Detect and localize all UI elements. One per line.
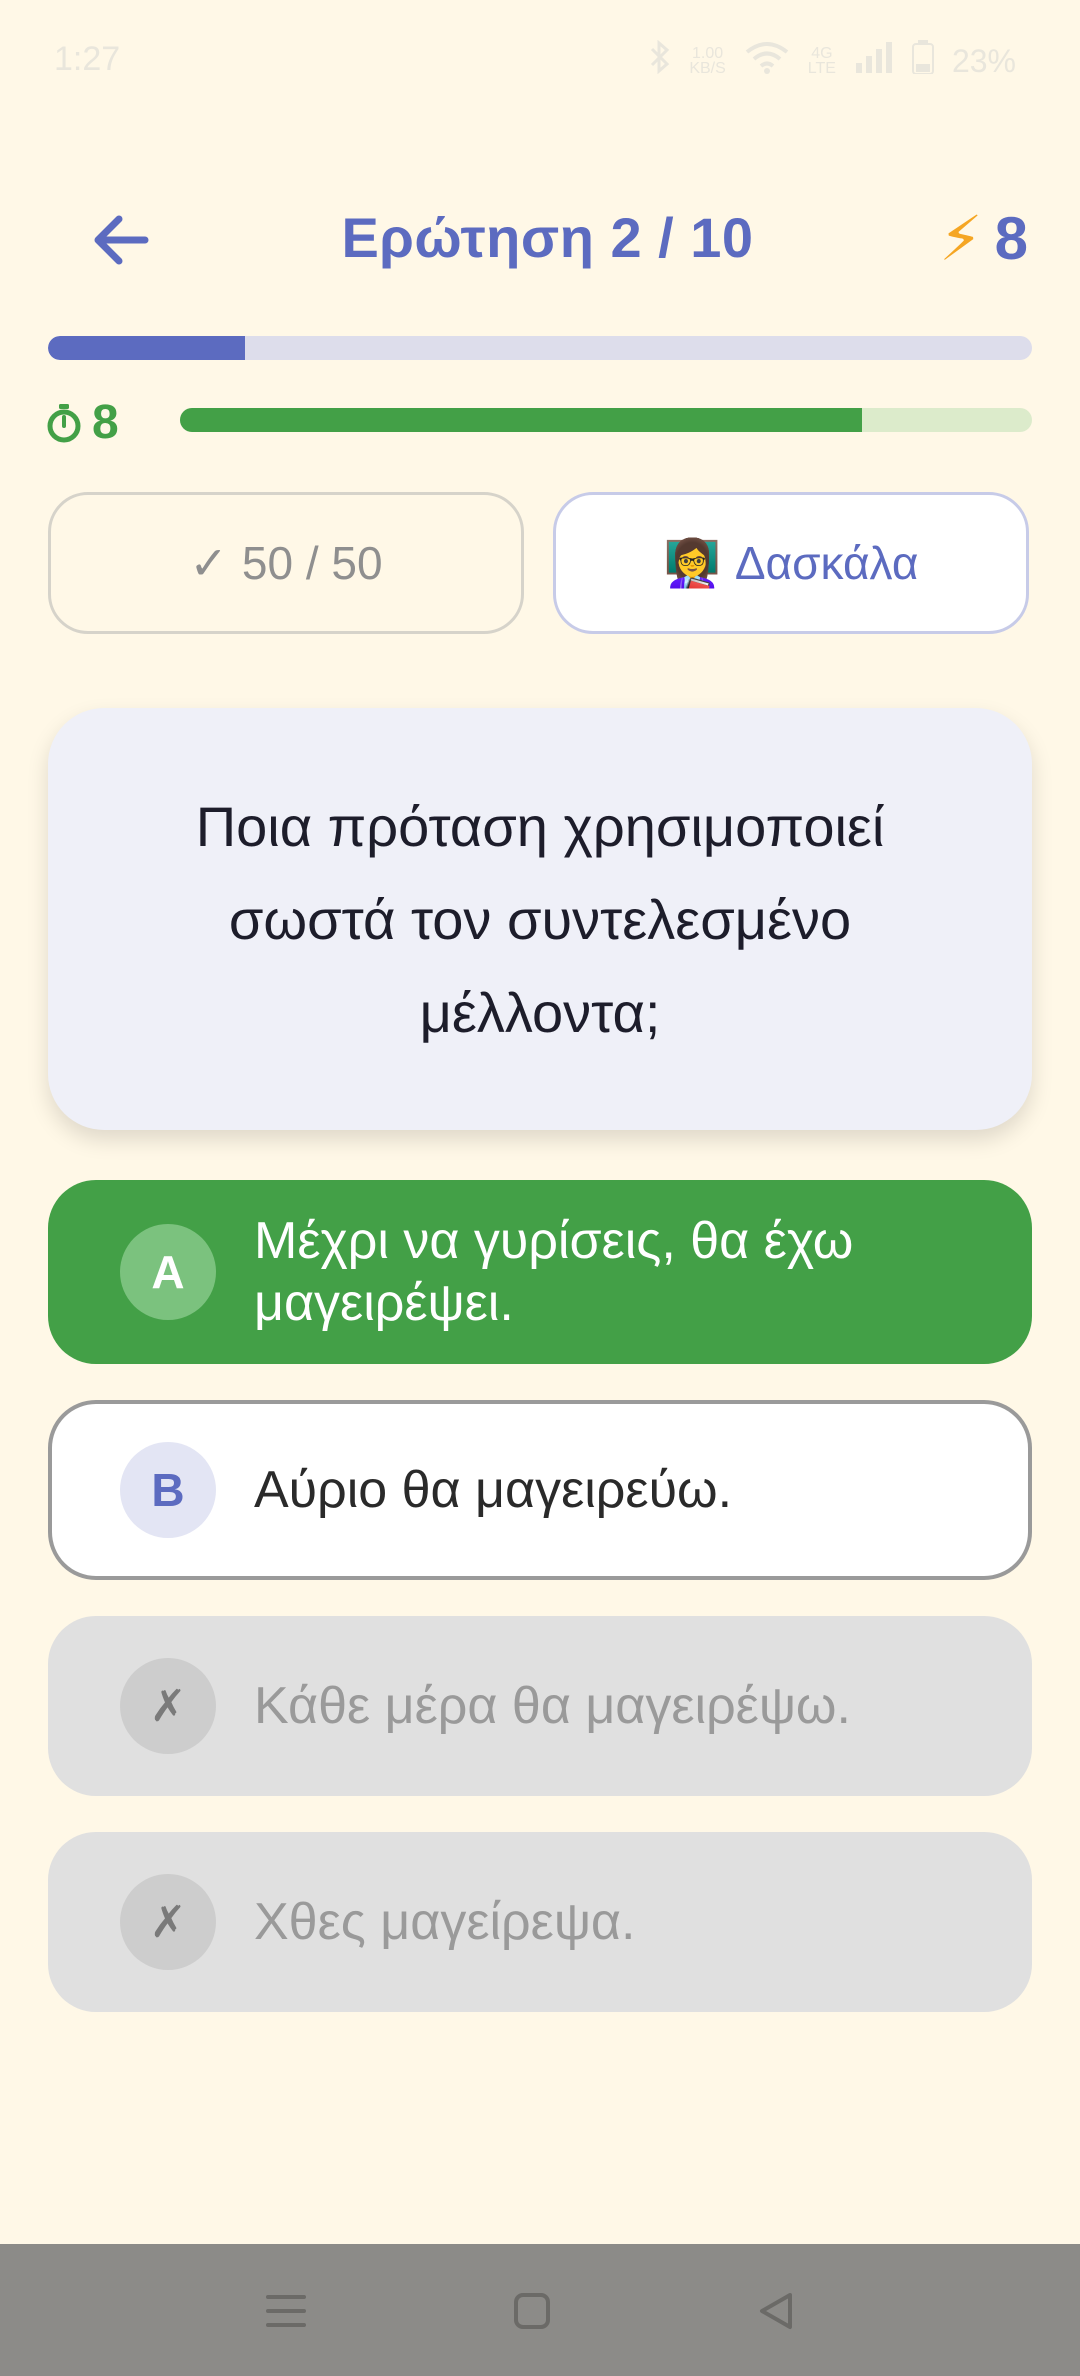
cross-icon: ✗ [120,1874,216,1970]
question-card: Ποια πρόταση χρησιμοποιεί σωστά τον συντ… [48,708,1032,1130]
timer: 8 [46,395,119,450]
answer-text: Κάθε μέρα θα μαγειρέψω. [254,1677,851,1735]
question-progress-bar [48,336,1032,360]
bluetooth-icon [649,39,671,82]
answer-text: Χθες μαγείρεψα. [254,1893,636,1951]
status-icons: 1.00 KB/S 4G LTE 23% [649,39,1016,82]
stopwatch-icon [47,403,81,442]
answer-letter-badge: B [120,1442,216,1538]
home-button[interactable] [502,2286,562,2336]
timer-bar-fill [180,408,862,432]
answer-text: Μέχρι να γυρίσεις, θα έχω μαγειρέψει. [254,1212,854,1332]
answer-option-a[interactable]: A Μέχρι να γυρίσεις, θα έχω μαγειρέψει. [48,1180,1032,1364]
fifty-fifty-button[interactable]: ✓ 50 / 50 [48,492,524,634]
check-icon: ✓ [189,537,228,589]
battery-icon [911,40,934,82]
answer-option-c-eliminated: ✗ Κάθε μέρα θα μαγειρέψω. [48,1616,1032,1796]
timer-bar [180,408,1032,432]
cross-icon: ✗ [120,1658,216,1754]
answer-option-b[interactable]: B Αύριο θα μαγειρεύω. [48,1400,1032,1580]
ask-teacher-label: Δασκάλα [734,537,919,589]
answer-option-d-eliminated: ✗ Χθες μαγείρεψα. [48,1832,1032,2012]
net-speed: 1.00 KB/S [689,46,726,77]
streak-value: 8 [994,205,1028,272]
question-progress-fill [48,336,245,360]
triangle-back-icon [760,2293,792,2329]
question-text: Ποια πρόταση χρησιμοποιεί σωστά τον συντ… [195,794,885,1044]
menu-icon [266,2295,306,2327]
battery-percent: 23% [951,42,1016,79]
timer-value: 8 [92,396,119,449]
arrow-left-icon [94,215,149,265]
answer-text: Αύριο θα μαγειρεύω. [254,1461,733,1519]
question-counter-title: Ερώτηση 2 / 10 [341,206,754,269]
lightning-icon: ⚡ [939,205,983,274]
network-type-sub: LTE [807,60,836,77]
back-nav-button[interactable] [746,2286,806,2336]
recent-apps-button[interactable] [256,2286,316,2336]
signal-icon [854,41,894,81]
back-button[interactable] [86,200,156,280]
fifty-fifty-label: 50 / 50 [241,537,383,589]
wifi-icon [744,40,790,82]
streak-counter: ⚡ 8 [939,202,1028,275]
net-speed-unit: KB/S [689,60,726,77]
status-time: 1:27 [54,40,121,78]
answer-letter-badge: A [120,1224,216,1320]
network-type: 4G LTE [807,46,836,77]
square-icon [514,2293,550,2329]
ask-teacher-button[interactable]: 👩‍🏫 Δασκάλα [553,492,1029,634]
teacher-icon: 👩‍🏫 [663,536,721,589]
